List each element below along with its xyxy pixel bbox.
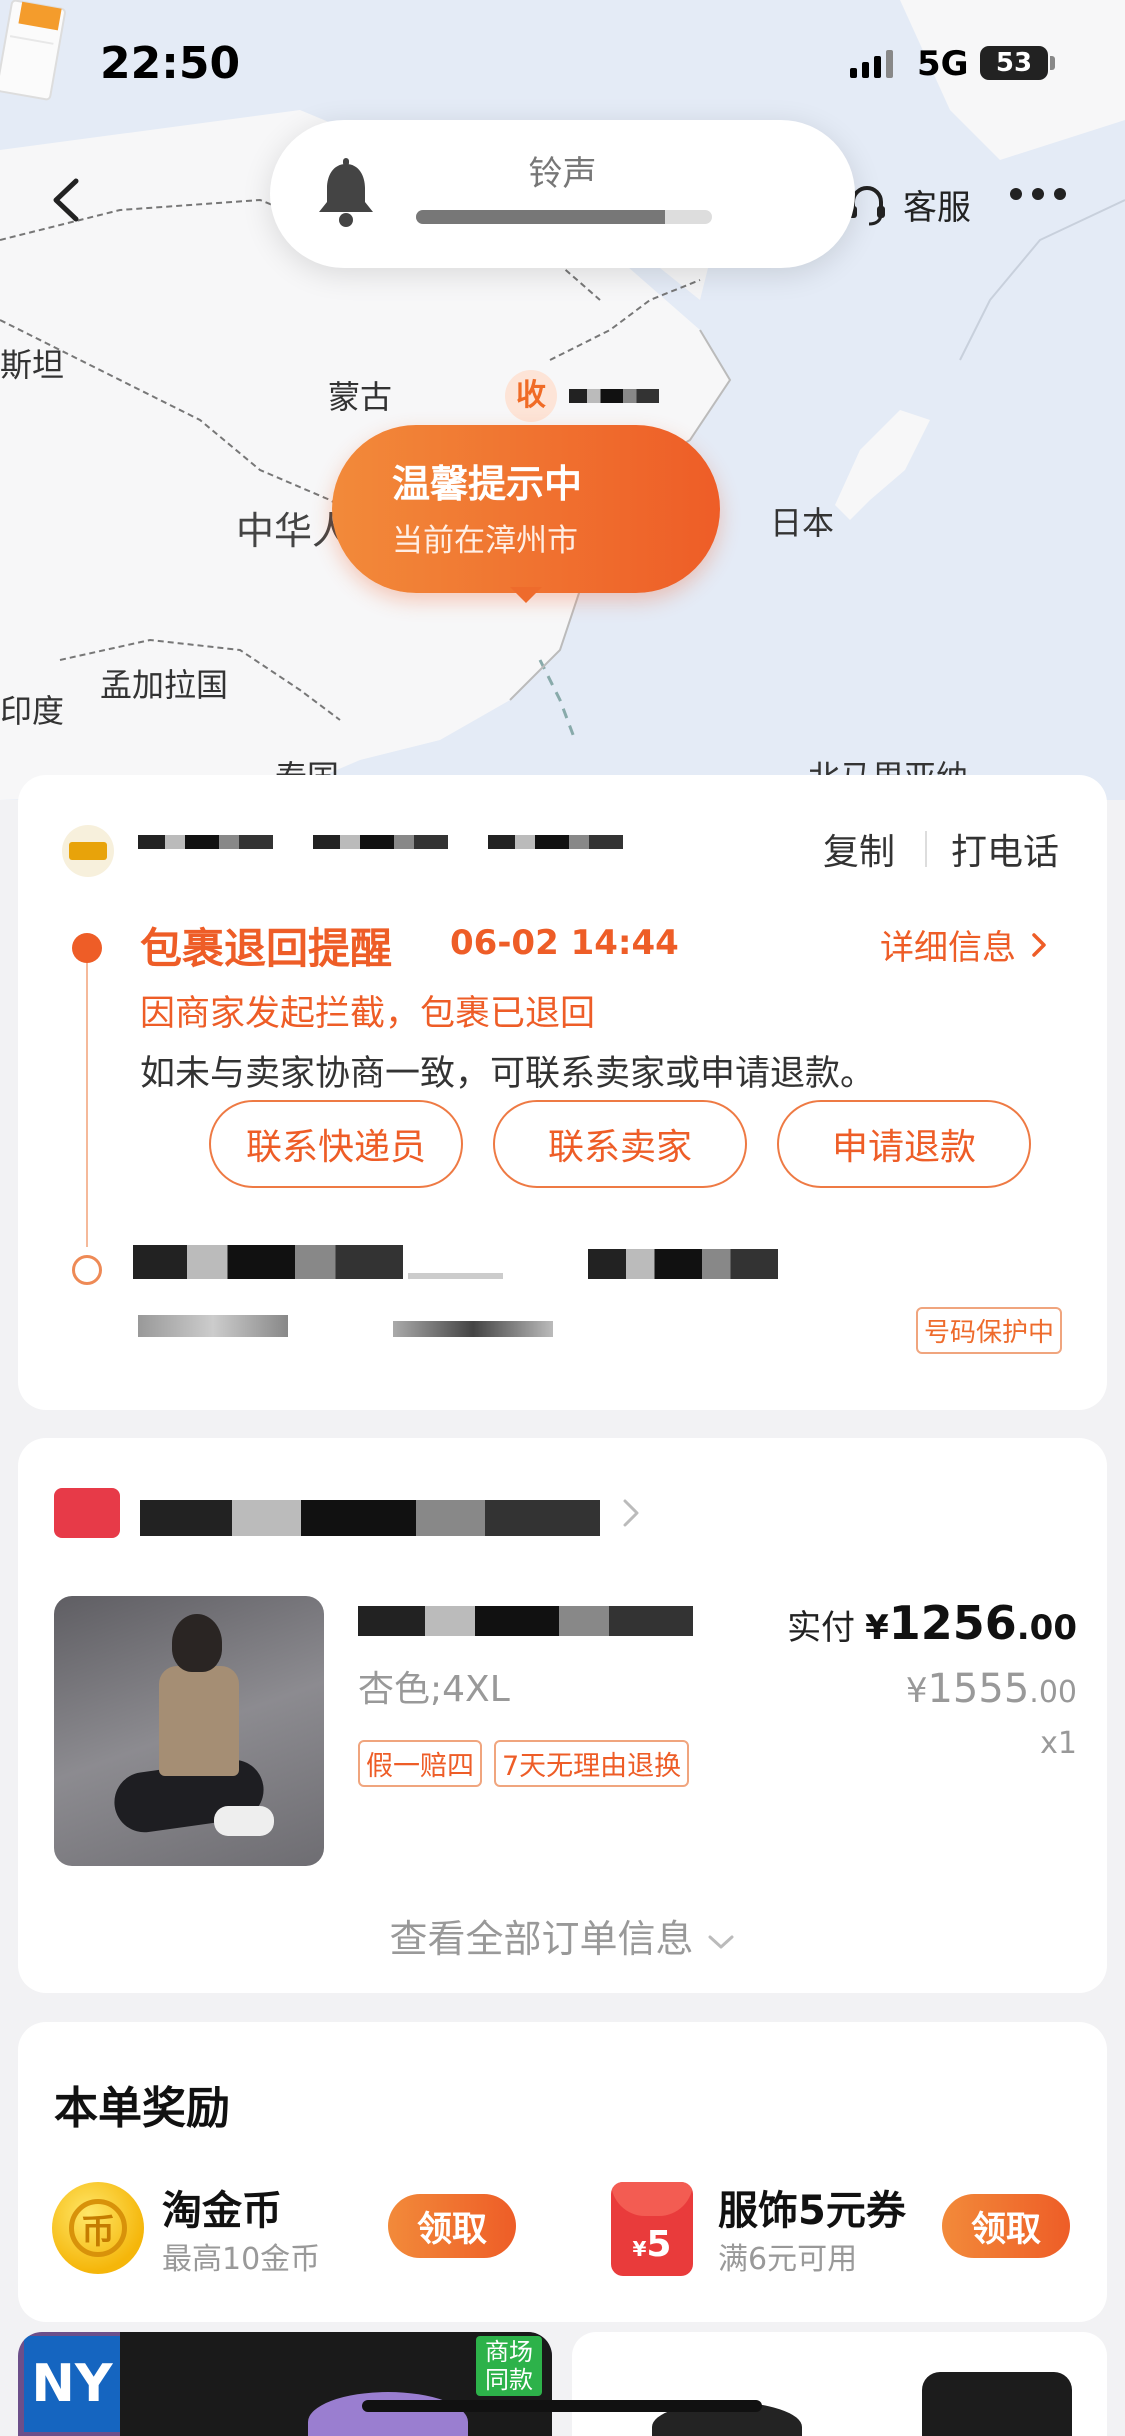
- bubble-subtitle: 当前在漳州市: [392, 523, 578, 559]
- timeline-dot-inactive: [72, 1255, 102, 1285]
- event-title: 包裹退回提醒: [140, 924, 393, 973]
- reward-coin-name: 淘金币: [162, 2188, 282, 2234]
- status-time: 22:50: [100, 38, 241, 89]
- copy-button[interactable]: 复制: [823, 823, 895, 875]
- paid-amount: 1256: [888, 1596, 1017, 1650]
- reward-title: 本单奖励: [54, 2083, 230, 2134]
- claim-coupon-button[interactable]: 领取: [942, 2194, 1070, 2258]
- coupon-redpacket-icon: ¥5: [611, 2182, 693, 2276]
- original-price: ¥1555.00: [906, 1666, 1077, 1712]
- action-buttons: 联系快递员 联系卖家 申请退款: [209, 1100, 1031, 1188]
- customer-service-label: 客服: [903, 187, 971, 228]
- timeline-line: [86, 947, 88, 1247]
- tag-fake-compensation: 假一赔四: [358, 1740, 482, 1787]
- shop-name-redacted[interactable]: [140, 1500, 600, 1540]
- request-refund-button[interactable]: 申请退款: [777, 1100, 1031, 1188]
- paid-decimal: .00: [1016, 1608, 1077, 1648]
- service-tags: 假一赔四 7天无理由退换: [358, 1740, 690, 1787]
- battery-tip: [1050, 56, 1055, 70]
- volume-level-bar: [416, 210, 712, 224]
- original-decimal: .00: [1029, 1675, 1077, 1710]
- volume-hud: 铃声: [270, 120, 855, 268]
- logistics-card: 复制 打电话 包裹退回提醒 06-02 14:44 详细信息 因商家发起拦截，包…: [18, 775, 1107, 1410]
- receiver-phone-redacted: [138, 1315, 554, 1341]
- cellular-signal-icon: [850, 50, 893, 78]
- reward-coupon-sub: 满6元可用: [718, 2242, 858, 2277]
- event-description-1: 因商家发起拦截，包裹已退回: [140, 994, 596, 1034]
- taobao-coin-icon: 币: [52, 2182, 144, 2274]
- back-arrow-icon[interactable]: [48, 175, 84, 225]
- tracking-number-redacted: [138, 835, 623, 849]
- chevron-right-icon: [1032, 932, 1046, 957]
- map-label-stan: 斯坦: [0, 346, 65, 384]
- recommended-product-1[interactable]: NY 商场 同款: [18, 2332, 552, 2436]
- battery-icon: 53: [980, 46, 1048, 80]
- more-menu-icon[interactable]: [1010, 188, 1066, 200]
- mall-same-badge: 商场 同款: [476, 2336, 542, 2396]
- product-title-redacted[interactable]: [358, 1606, 693, 1640]
- status-bar: 22:50 5G 53: [0, 0, 1125, 120]
- product-thumbnail[interactable]: [54, 1596, 324, 1866]
- chevron-right-icon[interactable]: [620, 1496, 642, 1530]
- location-tip-bubble[interactable]: 温馨提示中 当前在漳州市: [332, 425, 720, 603]
- order-card: 杏色;4XL 假一赔四 7天无理由退换 实付 ¥1256.00 ¥1555.00 …: [18, 1438, 1107, 1993]
- timeline-dot-active: [72, 933, 102, 963]
- brand-logo-icon: NY: [24, 2336, 120, 2432]
- customer-service-button[interactable]: 客服: [845, 172, 971, 236]
- event-detail-label: 详细信息: [880, 928, 1016, 968]
- bubble-tail: [510, 587, 542, 603]
- paid-label: 实付: [787, 1608, 856, 1648]
- map-label-india: 印度: [0, 692, 65, 730]
- call-button[interactable]: 打电话: [951, 823, 1059, 875]
- divider: [925, 831, 927, 867]
- quantity: x1: [1040, 1726, 1077, 1761]
- event-detail-link[interactable]: 详细信息: [880, 920, 1048, 969]
- receiver-badge: 收: [505, 370, 557, 422]
- view-all-label: 查看全部订单信息: [389, 1917, 694, 1961]
- contact-courier-button[interactable]: 联系快递员: [209, 1100, 463, 1188]
- reward-coupon-name: 服饰5元券: [718, 2188, 906, 2234]
- paid-currency: ¥: [865, 1608, 889, 1648]
- view-all-order-info[interactable]: 查看全部订单信息: [18, 1908, 1107, 1963]
- volume-hud-title: 铃声: [528, 154, 597, 194]
- tag-7day-return: 7天无理由退换: [494, 1740, 690, 1787]
- original-currency: ¥: [905, 1671, 928, 1711]
- receiver-name-redacted: [569, 389, 659, 403]
- contact-seller-button[interactable]: 联系卖家: [493, 1100, 747, 1188]
- recommended-product-2[interactable]: [572, 2332, 1107, 2436]
- network-type: 5G: [917, 44, 969, 84]
- receiver-marker[interactable]: 收: [505, 370, 659, 422]
- bubble-title: 温馨提示中: [392, 462, 583, 506]
- map-label-mongolia: 蒙古: [328, 378, 393, 416]
- chevron-down-icon: [708, 1935, 734, 1949]
- original-amount: 1555: [927, 1666, 1030, 1712]
- coupon-icon-value: 5: [646, 2224, 672, 2265]
- claim-coin-button[interactable]: 领取: [388, 2194, 516, 2258]
- paid-price: 实付 ¥1256.00: [787, 1596, 1077, 1650]
- coin-glyph: 币: [69, 2199, 127, 2257]
- reward-card: 本单奖励 币 淘金币 最高10金币 领取 ¥5 服饰5元券 满6元可用 领取: [18, 2022, 1107, 2322]
- event-time: 06-02 14:44: [450, 923, 679, 963]
- event-description-2: 如未与卖家协商一致，可联系卖家或申请退款。: [140, 1054, 876, 1094]
- map-label-japan: 日本: [770, 504, 835, 542]
- product-sku: 杏色;4XL: [358, 1669, 510, 1710]
- receiver-address-redacted: [133, 1245, 779, 1283]
- privacy-protection-badge: 号码保护中: [916, 1307, 1063, 1354]
- shop-icon: [54, 1488, 120, 1538]
- courier-logo-icon: [62, 825, 114, 877]
- volume-level-fill: [416, 210, 665, 224]
- map-label-bangladesh: 孟加拉国: [100, 666, 229, 704]
- reward-coin-sub: 最高10金币: [162, 2242, 321, 2277]
- home-indicator: [362, 2400, 762, 2412]
